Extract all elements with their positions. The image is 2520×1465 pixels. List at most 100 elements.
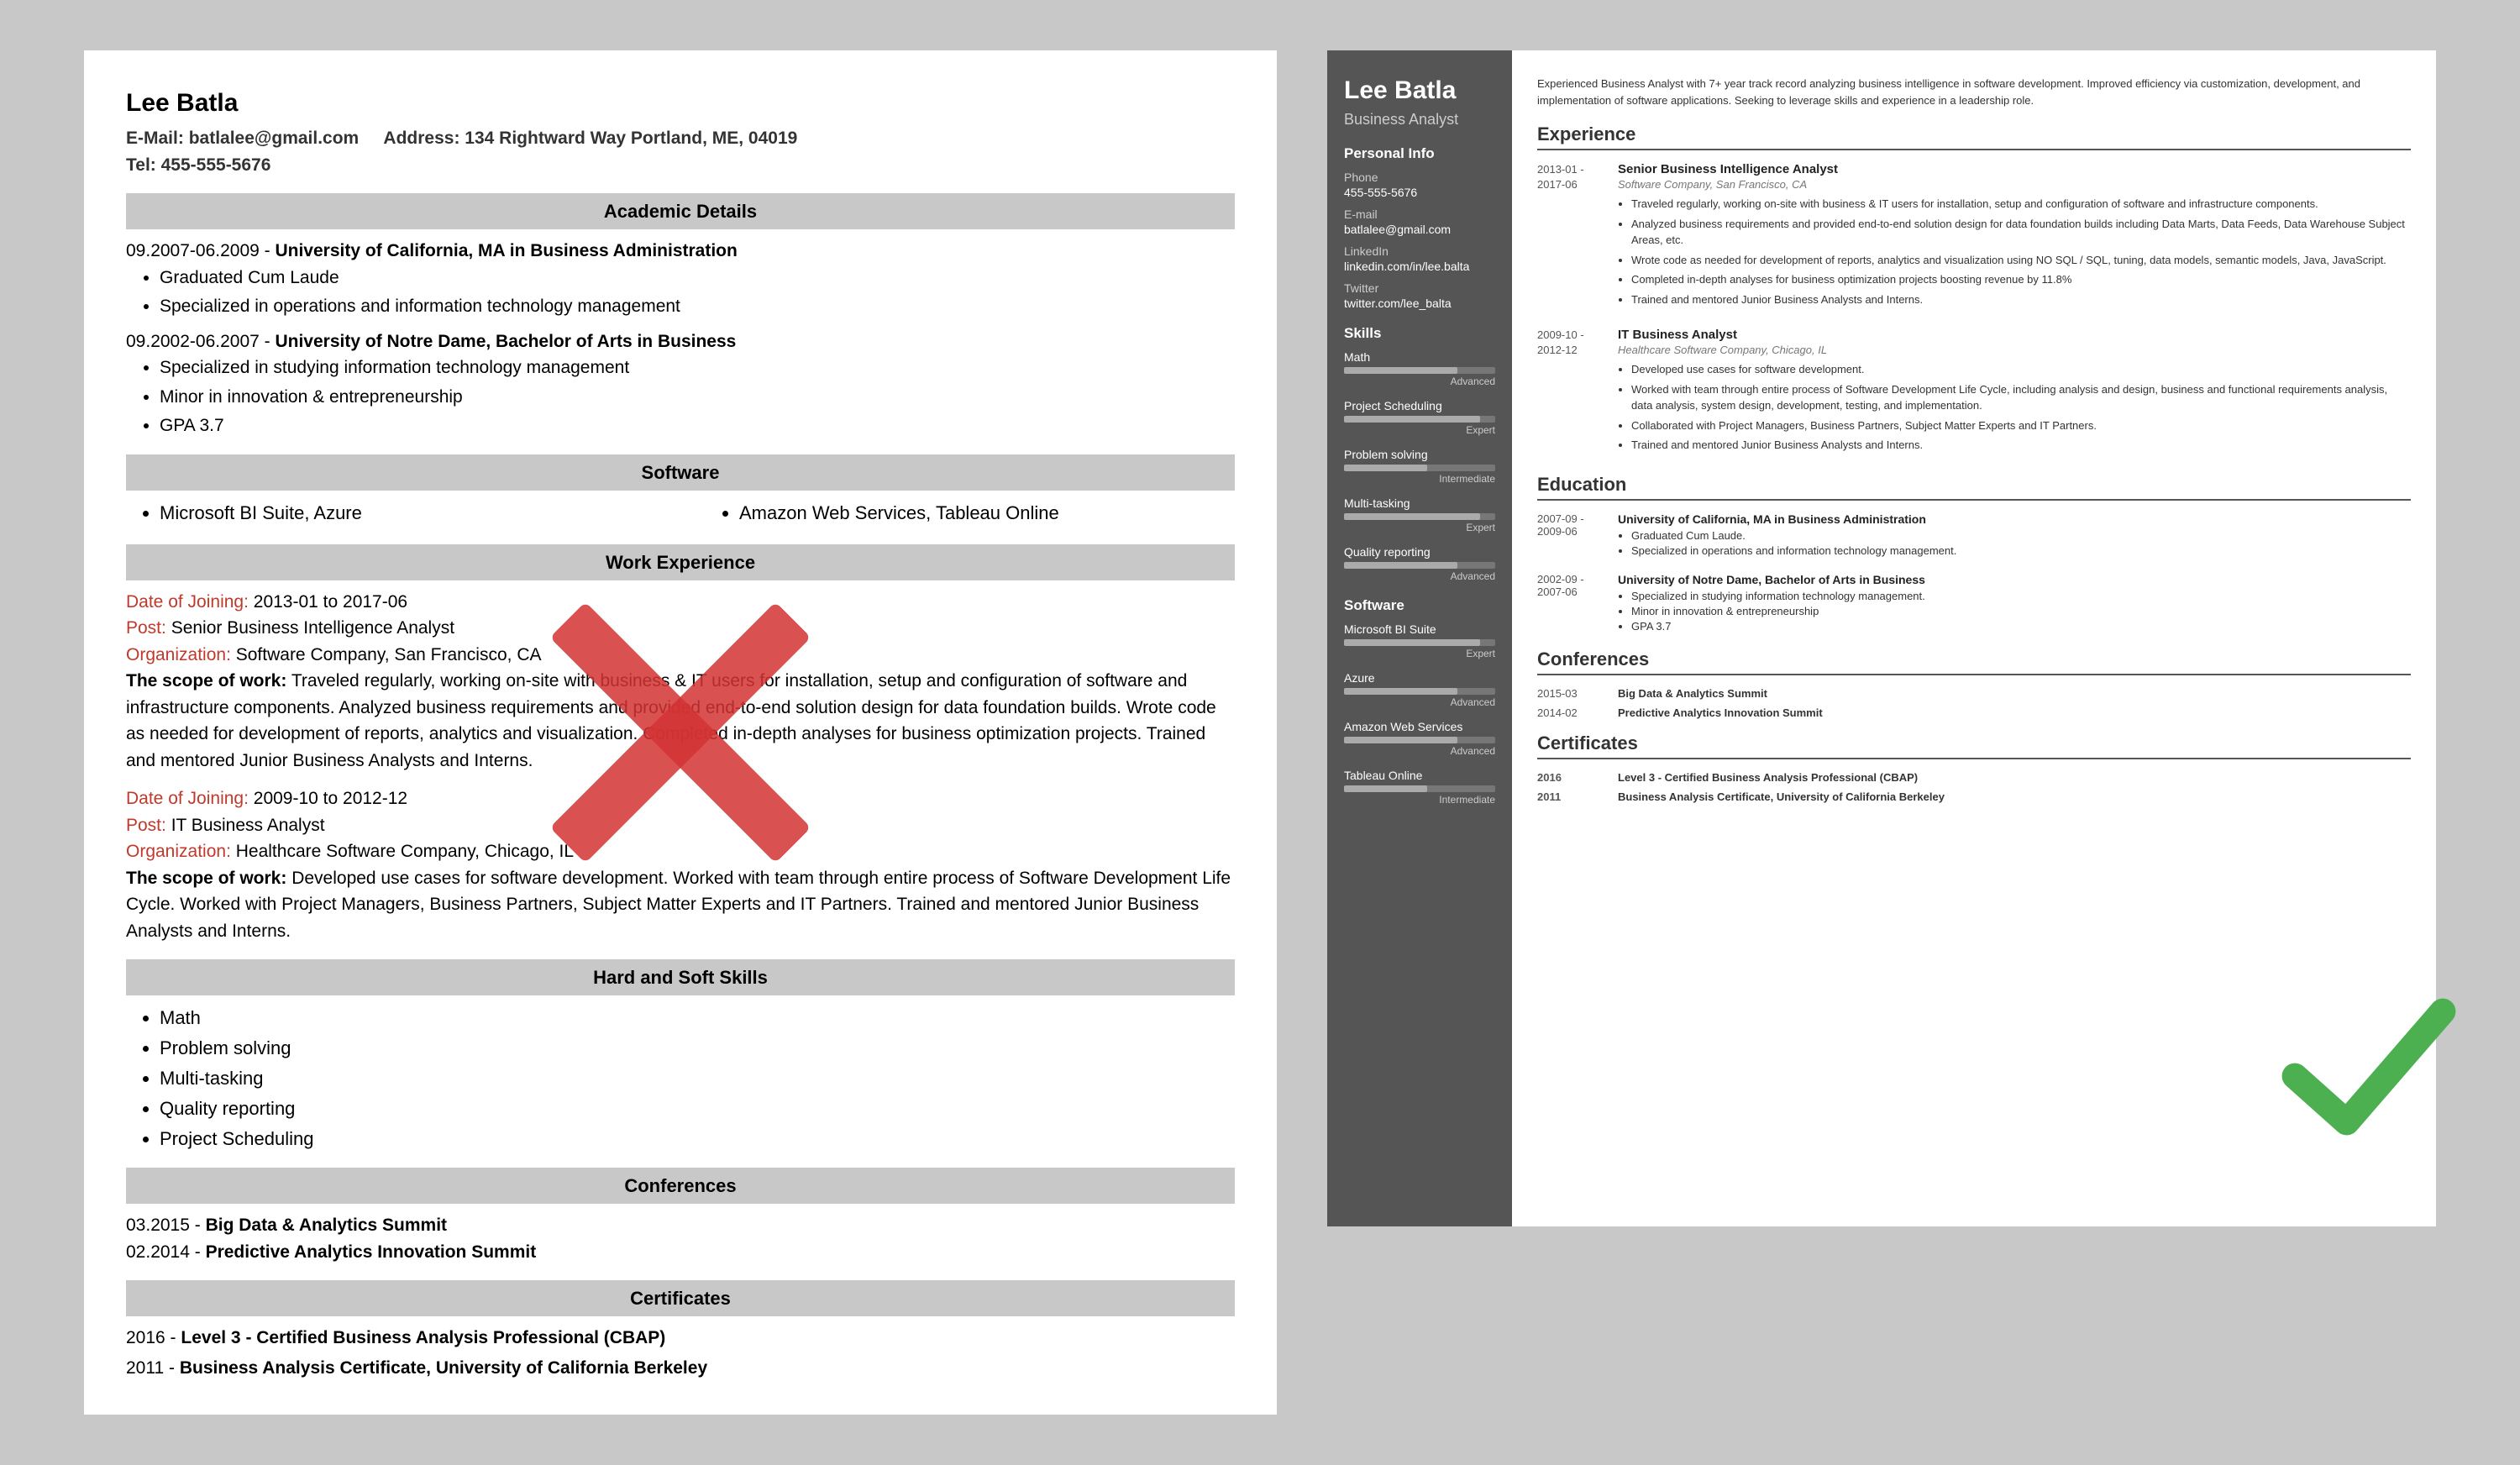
sw-tableau: Tableau Online Intermediate	[1344, 769, 1495, 806]
sw-msbi-fill	[1344, 639, 1480, 646]
conf-name-1: Big Data & Analytics Summit	[1618, 687, 1767, 700]
software-item: Microsoft BI Suite, Azure	[160, 499, 655, 527]
sw-msbi: Microsoft BI Suite Expert	[1344, 622, 1495, 659]
exp-bullet: Trained and mentored Junior Business Ana…	[1631, 291, 2411, 308]
skill-prob-label: Problem solving	[1344, 448, 1495, 461]
skill-prob-sublabel: Intermediate	[1344, 473, 1495, 485]
edu-dates-2: 2002-09 -2007-06	[1537, 573, 1604, 635]
linkedin-value: linkedin.com/in/lee.balta	[1344, 260, 1495, 273]
sw-azure-sublabel: Advanced	[1344, 696, 1495, 708]
email-label-right: E-mail	[1344, 207, 1495, 221]
sw-tableau-label: Tableau Online	[1344, 769, 1495, 782]
exp-title-1: Senior Business Intelligence Analyst	[1618, 162, 2411, 176]
skill-math-bg	[1344, 367, 1495, 374]
skills-list: Math Problem solving Multi-tasking Quali…	[160, 1004, 1235, 1153]
edu-bullet: Specialized in operations and informatio…	[1631, 544, 1956, 557]
sw-azure-label: Azure	[1344, 671, 1495, 685]
edu-dates-1: 2007-09 -2009-06	[1537, 512, 1604, 559]
education-title: Education	[1537, 474, 2411, 501]
cert-entry-2: 2011 - Business Analysis Certificate, Un…	[126, 1355, 1235, 1382]
cert-right-2: 2011 Business Analysis Certificate, Univ…	[1537, 790, 2411, 803]
skill-ps-bg	[1344, 416, 1495, 423]
personal-info-title: Personal Info	[1344, 145, 1495, 162]
exp-bullet: Analyzed business requirements and provi…	[1631, 216, 2411, 249]
twitter-label: Twitter	[1344, 281, 1495, 295]
skill-qr-label: Quality reporting	[1344, 545, 1495, 559]
edu-bullets-right-1: Graduated Cum Laude. Specialized in oper…	[1631, 529, 1956, 557]
exp-bullet: Wrote code as needed for development of …	[1631, 252, 2411, 269]
software-item: Amazon Web Services, Tableau Online	[739, 499, 1235, 527]
exp-bullets-2: Developed use cases for software develop…	[1631, 361, 2411, 454]
email-value-right: batlalee@gmail.com	[1344, 223, 1495, 236]
sw-msbi-bg	[1344, 639, 1495, 646]
edu-bullet: Specialized in studying information tech…	[160, 354, 1235, 381]
skill-ps-sublabel: Expert	[1344, 424, 1495, 436]
software-row: Microsoft BI Suite, Azure Amazon Web Ser…	[126, 499, 1235, 529]
sw-msbi-label: Microsoft BI Suite	[1344, 622, 1495, 636]
skill-item: Math	[160, 1004, 1235, 1032]
work-entry-2: Date of Joining: 2009-10 to 2012-12 Post…	[126, 785, 1235, 944]
conf-right-2: 2014-02 Predictive Analytics Innovation …	[1537, 706, 2411, 719]
edu-date-2: 09.2002-06.2007 -	[126, 332, 275, 351]
edu-bullet: Graduated Cum Laude	[160, 265, 1235, 291]
edu-body-2: University of Notre Dame, Bachelor of Ar…	[1618, 573, 1925, 635]
exp-bullet: Worked with team through entire process …	[1631, 381, 2411, 414]
cert-name-2: Business Analysis Certificate, Universit…	[1618, 790, 1945, 803]
sw-azure-fill	[1344, 688, 1457, 695]
software-list-2: Amazon Web Services, Tableau Online	[739, 499, 1235, 529]
skill-math: Math Advanced	[1344, 350, 1495, 387]
skills-section-title: Skills	[1344, 325, 1495, 342]
skill-mt-label: Multi-tasking	[1344, 496, 1495, 510]
software-section-title: Software	[1344, 597, 1495, 614]
phone-value: 455-555-5676	[1344, 186, 1495, 199]
sw-aws-fill	[1344, 737, 1457, 743]
exp-bullet: Collaborated with Project Managers, Busi…	[1631, 417, 2411, 434]
skill-qr-bg	[1344, 562, 1495, 569]
skill-qr-sublabel: Advanced	[1344, 570, 1495, 582]
edu-degree-2: University of Notre Dame, Bachelor of Ar…	[275, 332, 736, 351]
edu-degree-1: University of California, MA in Business…	[275, 241, 737, 260]
tel-label: Tel:	[126, 155, 156, 175]
conf-date-1: 2015-03	[1537, 687, 1604, 700]
work-header: Work Experience	[126, 544, 1235, 580]
conf-date-2: 2014-02	[1537, 706, 1604, 719]
sw-aws: Amazon Web Services Advanced	[1344, 720, 1495, 757]
edu-date-1: 09.2007-06.2009 -	[126, 241, 275, 260]
left-email: batlalee@gmail.com	[189, 129, 360, 148]
exp-company-1: Software Company, San Francisco, CA	[1618, 178, 2411, 191]
right-resume: Lee Batla Business Analyst Personal Info…	[1327, 50, 2436, 1226]
sw-aws-bg	[1344, 737, 1495, 743]
sw-aws-label: Amazon Web Services	[1344, 720, 1495, 733]
edu-bullet: GPA 3.7	[160, 412, 1235, 439]
edu-bullet: Minor in innovation & entrepreneurship	[1631, 605, 1925, 617]
exp-dates-2: 2009-10 -2012-12	[1537, 328, 1604, 457]
edu-degree-right-1: University of California, MA in Business…	[1618, 512, 1956, 526]
left-resume: Lee Batla E-Mail: batlalee@gmail.com Add…	[84, 50, 1277, 1415]
exp-bullet: Trained and mentored Junior Business Ana…	[1631, 437, 2411, 454]
edu-bullet: Specialized in operations and informatio…	[160, 293, 1235, 320]
left-name: Lee Batla	[126, 84, 1235, 122]
main-container: Lee Batla E-Mail: batlalee@gmail.com Add…	[84, 50, 2436, 1415]
email-label: E-Mail:	[126, 129, 184, 148]
sw-azure: Azure Advanced	[1344, 671, 1495, 708]
skill-quality-reporting: Quality reporting Advanced	[1344, 545, 1495, 582]
exp-bullet: Traveled regularly, working on-site with…	[1631, 196, 2411, 213]
right-title: Business Analyst	[1344, 111, 1495, 129]
exp-company-2: Healthcare Software Company, Chicago, IL	[1618, 344, 2411, 356]
address-label: Address:	[383, 129, 459, 148]
skill-mt-sublabel: Expert	[1344, 522, 1495, 533]
left-tel: 455-555-5676	[161, 155, 271, 175]
edu-degree-right-2: University of Notre Dame, Bachelor of Ar…	[1618, 573, 1925, 586]
sw-aws-sublabel: Advanced	[1344, 745, 1495, 757]
conf-entry-2: 02.2014 - Predictive Analytics Innovatio…	[126, 1239, 1235, 1266]
cert-year-2: 2011	[1537, 790, 1604, 803]
skill-item: Quality reporting	[160, 1095, 1235, 1122]
skill-prob-fill	[1344, 465, 1427, 471]
software-list-1: Microsoft BI Suite, Azure	[160, 499, 655, 529]
cert-year-1: 2016	[1537, 771, 1604, 784]
phone-label: Phone	[1344, 171, 1495, 184]
sw-tableau-sublabel: Intermediate	[1344, 794, 1495, 806]
exp-bullet: Completed in-depth analyses for business…	[1631, 271, 2411, 288]
conf-right-1: 2015-03 Big Data & Analytics Summit	[1537, 687, 2411, 700]
exp-dates-1: 2013-01 -2017-06	[1537, 162, 1604, 311]
